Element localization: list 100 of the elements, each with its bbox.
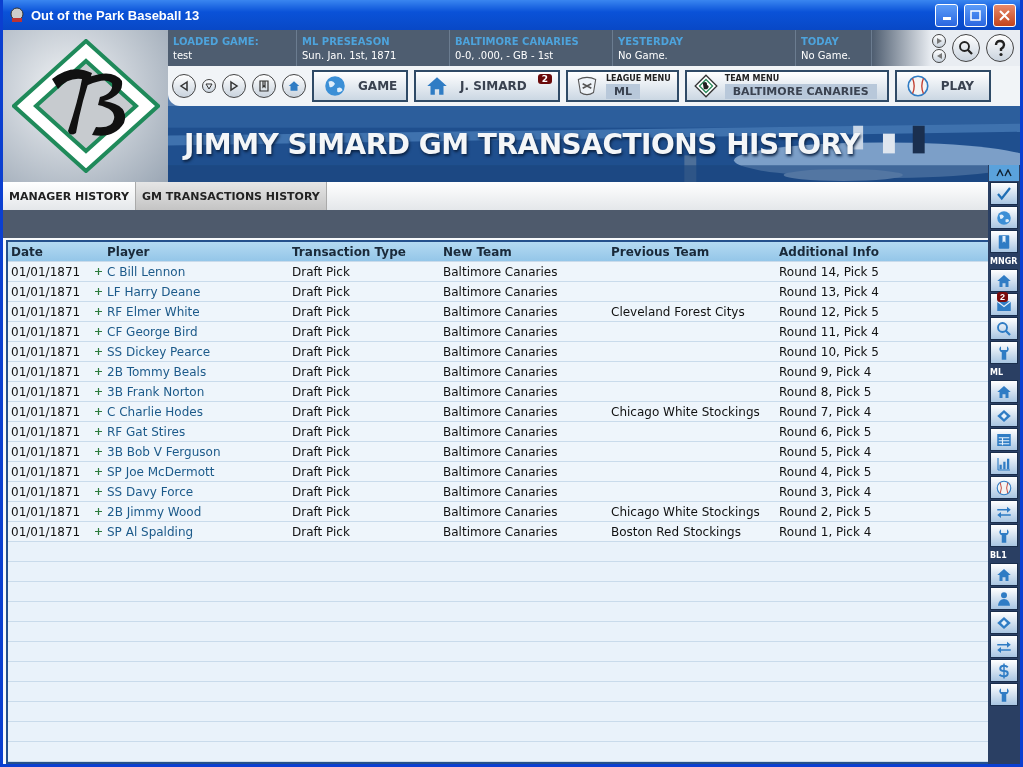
player-link[interactable]: RF Elmer White (107, 304, 200, 319)
minimize-button[interactable] (935, 3, 958, 27)
sidebar-button[interactable]: 2 (990, 293, 1018, 316)
column-header[interactable]: Additional Info (776, 244, 988, 259)
sidebar-button[interactable] (990, 611, 1018, 634)
table-cell-text: 01/01/1871 (10, 424, 82, 439)
column-header[interactable]: Date (8, 244, 93, 259)
player-link[interactable]: SS Davy Force (107, 484, 194, 499)
table-cell-text: Round 7, Pick 4 (778, 404, 873, 419)
player-link[interactable]: 2B Jimmy Wood (107, 504, 202, 519)
close-icon (999, 9, 1010, 21)
sidebar-button[interactable] (990, 524, 1018, 547)
sidebar-button[interactable] (990, 683, 1018, 706)
plus-icon[interactable] (95, 528, 102, 535)
sidebar-button[interactable] (990, 182, 1018, 205)
nav-button[interactable]: PLAY (894, 70, 991, 102)
table-cell-text: 01/01/1871 (10, 444, 82, 459)
back-icon (178, 80, 190, 92)
table-cell-text: Round 12, Pick 5 (778, 304, 880, 319)
table-cell-text: Round 2, Pick 5 (778, 504, 873, 519)
table-cell-text: Baltimore Canaries (442, 524, 559, 539)
table-cell-text: Round 13, Pick 4 (778, 284, 880, 299)
sidebar-button[interactable] (990, 635, 1018, 658)
sidebar-button[interactable] (990, 563, 1018, 586)
plus-icon[interactable] (95, 468, 102, 475)
close-button[interactable] (993, 3, 1016, 27)
maximize-button[interactable] (964, 3, 987, 27)
sidebar-button[interactable] (990, 317, 1018, 340)
info-label: LOADED GAME: (173, 35, 260, 47)
sidebar-button[interactable] (990, 500, 1018, 523)
sidebar-button[interactable] (990, 476, 1018, 499)
plus-icon[interactable] (95, 488, 102, 495)
table-cell-text: Baltimore Canaries (442, 304, 559, 319)
sidebar-button[interactable] (990, 230, 1018, 253)
table-cell-text: 01/01/1871 (10, 304, 82, 319)
baseball-icon (995, 478, 1013, 497)
sidebar-button[interactable] (990, 452, 1018, 475)
sidebar-button[interactable] (990, 341, 1018, 364)
tab[interactable]: GM TRANSACTIONS HISTORY (135, 182, 327, 210)
bookmark-button[interactable] (252, 74, 276, 98)
column-header[interactable]: Transaction Type (289, 244, 440, 259)
menu-caption: LEAGUE MENU (606, 73, 671, 84)
search-icon (995, 319, 1013, 338)
plus-icon[interactable] (95, 288, 102, 295)
plus-icon[interactable] (95, 328, 102, 335)
maximize-icon (970, 9, 981, 21)
sidebar-button[interactable] (990, 587, 1018, 610)
sidebar-button[interactable] (990, 269, 1018, 292)
player-link[interactable]: 3B Frank Norton (107, 384, 205, 399)
player-link[interactable]: SP Al Spalding (107, 524, 194, 539)
plus-icon[interactable] (95, 268, 102, 275)
table-cell-text: Baltimore Canaries (442, 444, 559, 459)
plus-icon[interactable] (95, 348, 102, 355)
collapse-toggle[interactable] (989, 165, 1019, 181)
menu-button[interactable]: LEAGUE MENU ML (566, 70, 679, 102)
menu-button[interactable]: TEAM MENU BALTIMORE CANARIES (684, 70, 889, 102)
table-cell-text: Baltimore Canaries (442, 284, 559, 299)
column-header[interactable]: Player (93, 244, 289, 259)
scroll-down-button[interactable] (932, 48, 946, 63)
nav-button[interactable]: GAME (312, 70, 408, 102)
player-link[interactable]: 2B Tommy Beals (107, 364, 207, 379)
table-cell-text: 01/01/1871 (10, 404, 82, 419)
player-link[interactable]: 3B Bob V Ferguson (107, 444, 221, 459)
search-button[interactable] (952, 34, 980, 62)
column-header[interactable]: Previous Team (608, 244, 776, 259)
plus-icon[interactable] (95, 428, 102, 435)
player-link[interactable]: SS Dickey Pearce (107, 344, 211, 359)
table-cell-text: Round 3, Pick 4 (778, 484, 873, 499)
back-button[interactable] (172, 74, 196, 98)
scroll-up-button[interactable] (932, 33, 946, 48)
dropdown-button[interactable] (202, 79, 216, 93)
info-label: BALTIMORE CANARIES (455, 35, 580, 47)
plus-icon[interactable] (95, 368, 102, 375)
column-header[interactable]: New Team (440, 244, 608, 259)
count-badge: 2 (537, 74, 552, 84)
player-link[interactable]: C Bill Lennon (107, 264, 186, 279)
table-cell-text: Draft Pick (291, 384, 351, 399)
sidebar-button[interactable] (990, 428, 1018, 451)
sidebar-button[interactable] (990, 404, 1018, 427)
sidebar-button[interactable] (990, 206, 1018, 229)
player-link[interactable]: CF George Bird (107, 324, 198, 339)
nav-button[interactable]: J. SIMARD 2 (414, 70, 560, 102)
table-cell-text: Draft Pick (291, 324, 351, 339)
bookmark-icon (258, 80, 270, 92)
forward-button[interactable] (222, 74, 246, 98)
page-title: JIMMY SIMARD GM TRANSACTIONS HISTORY (181, 127, 860, 161)
player-link[interactable]: C Charlie Hodes (107, 404, 203, 419)
table-cell-text: Round 5, Pick 4 (778, 444, 873, 459)
player-link[interactable]: SP Joe McDermott (107, 464, 215, 479)
plus-icon[interactable] (95, 508, 102, 515)
sidebar-button[interactable] (990, 380, 1018, 403)
plus-icon[interactable] (95, 448, 102, 455)
player-link[interactable]: LF Harry Deane (107, 284, 201, 299)
sidebar-button[interactable] (990, 659, 1018, 682)
home-button[interactable] (282, 74, 306, 98)
plus-icon[interactable] (95, 408, 102, 415)
player-link[interactable]: RF Gat Stires (107, 424, 186, 439)
help-button[interactable] (986, 34, 1014, 62)
plus-icon[interactable] (95, 308, 102, 315)
plus-icon[interactable] (95, 388, 102, 395)
